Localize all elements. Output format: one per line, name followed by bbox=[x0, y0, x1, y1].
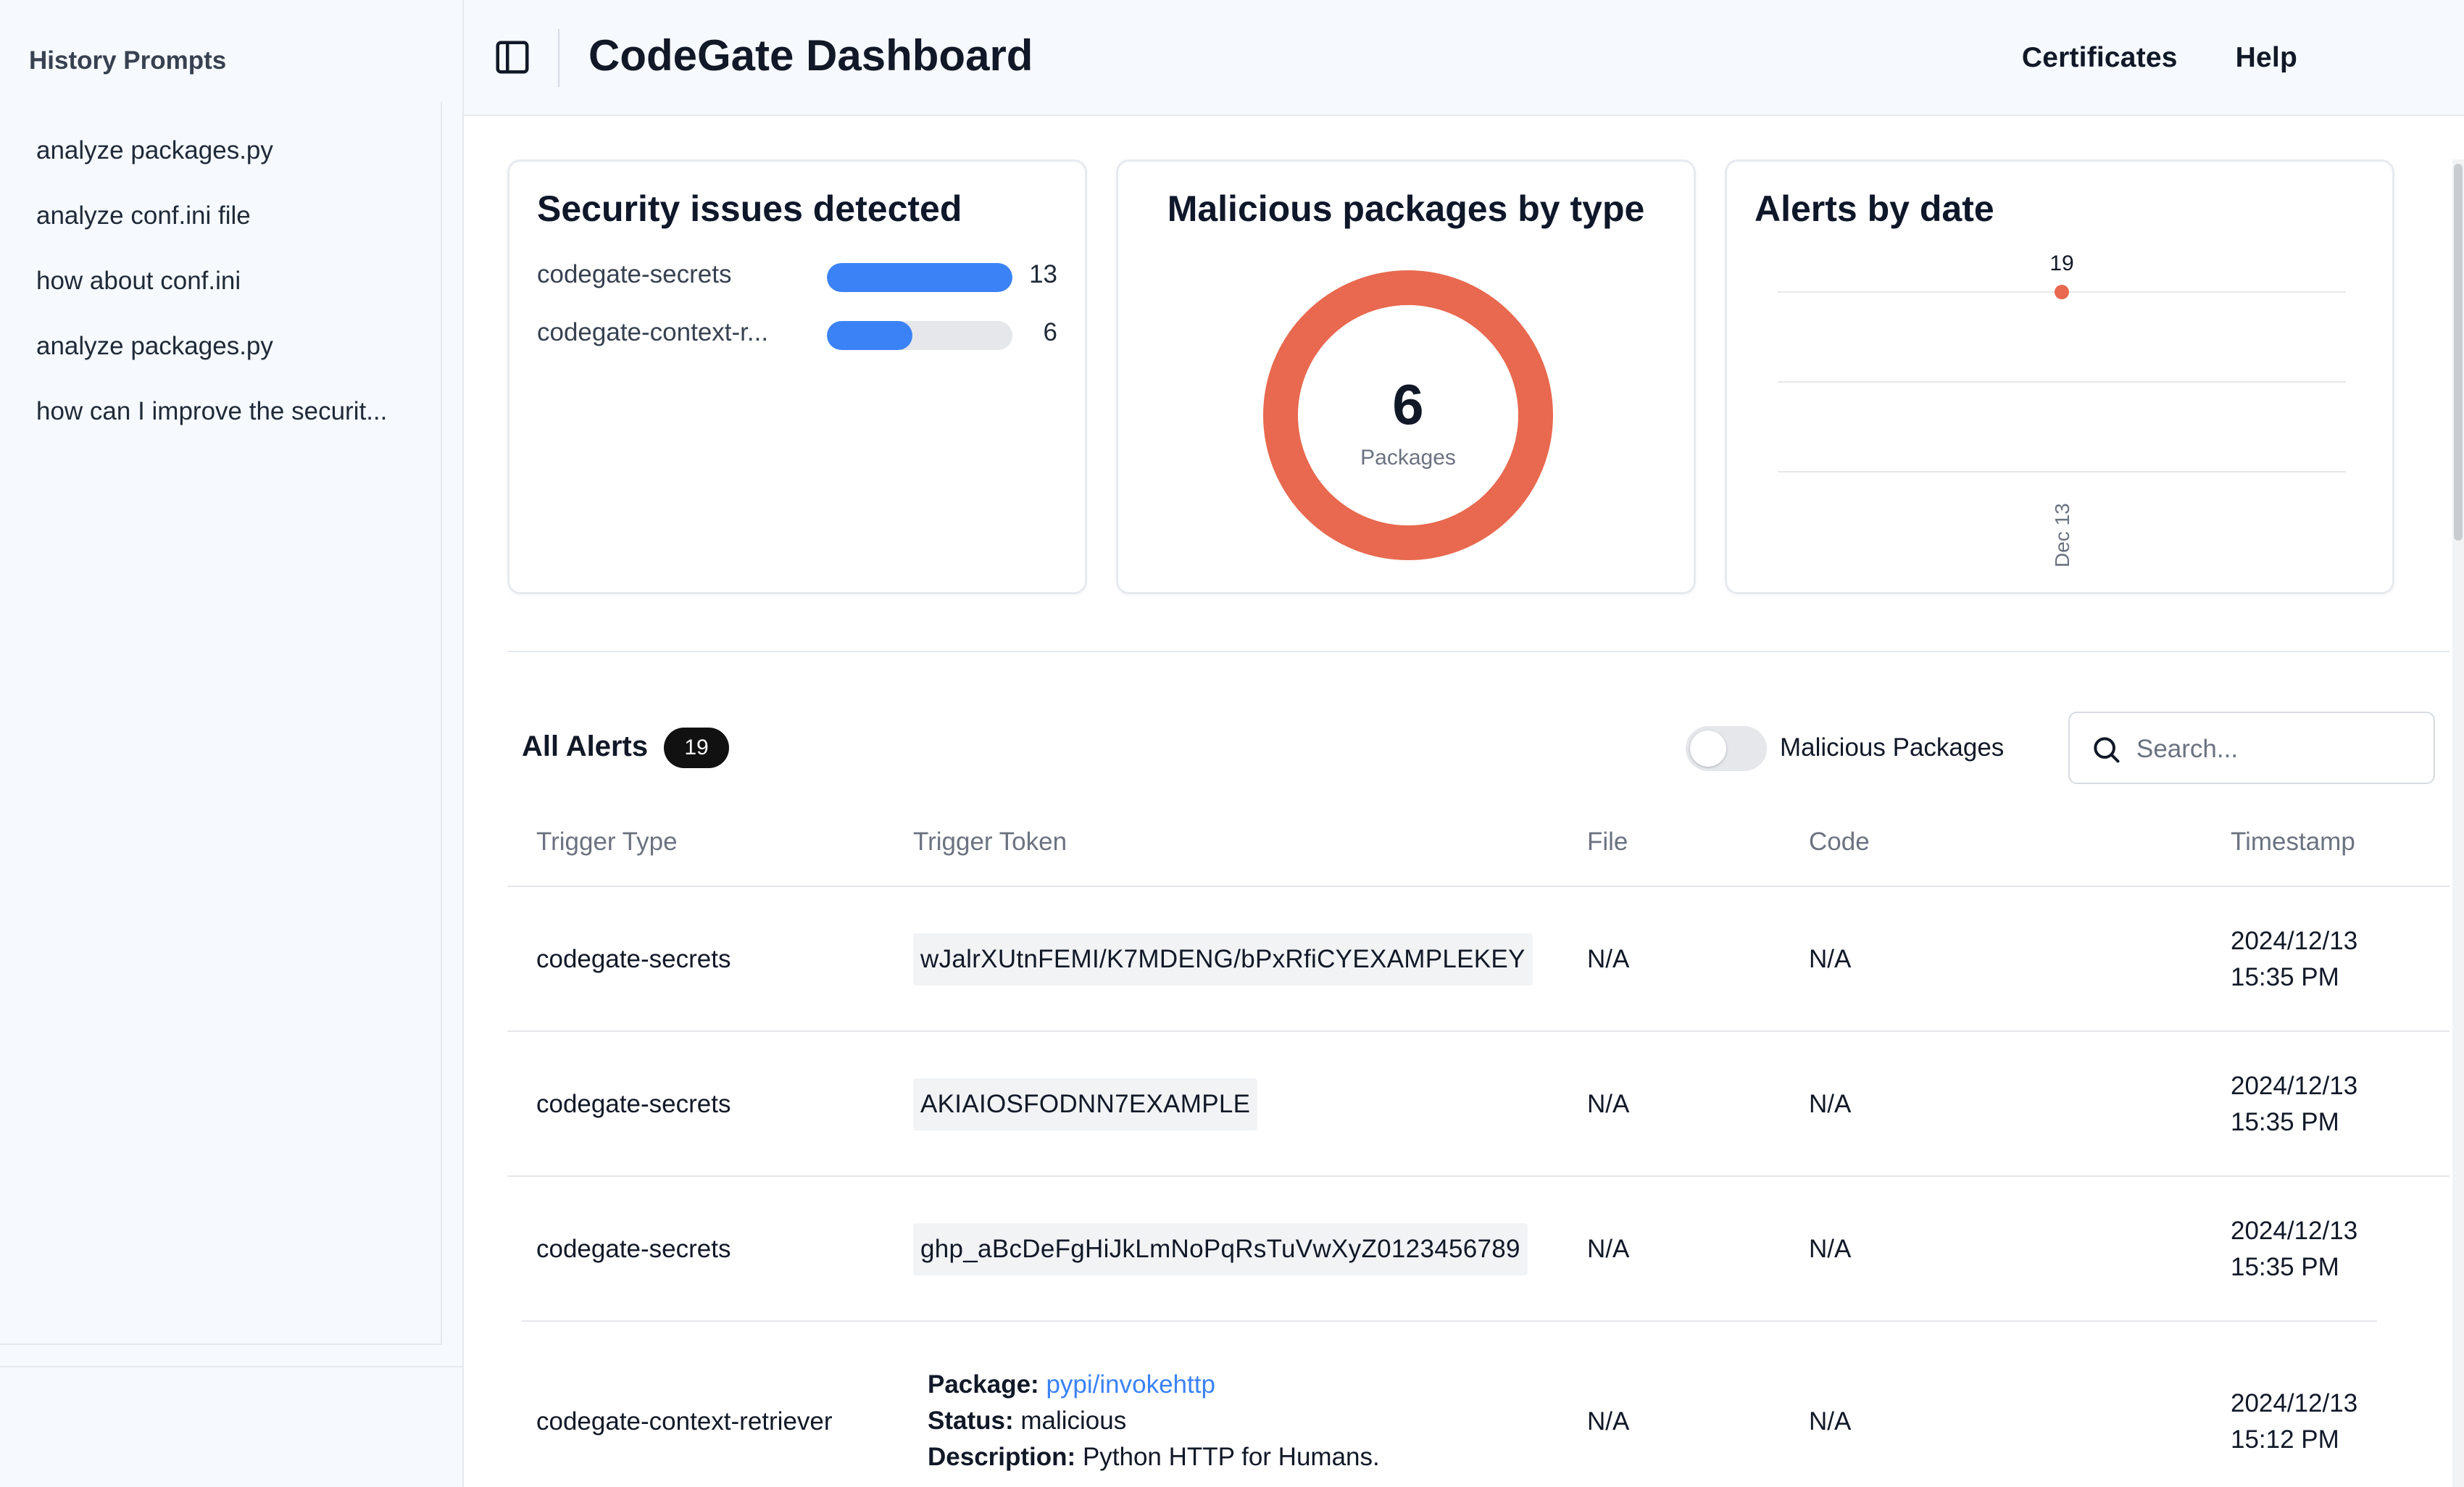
history-item[interactable]: how can I improve the securit... bbox=[36, 397, 413, 426]
table-row[interactable]: codegate-secrets wJalrXUtnFEMI/K7MDENG/b… bbox=[507, 887, 2450, 1032]
table-row[interactable]: codegate-context-retriever Package: pypi… bbox=[507, 1322, 2450, 1487]
issue-bar-row: codegate-secrets 13 bbox=[537, 257, 1057, 292]
issue-bar-track bbox=[827, 321, 1012, 350]
issue-count: 6 bbox=[1043, 318, 1057, 346]
timestamp-cell: 2024/12/13 15:12 PM bbox=[2231, 1386, 2357, 1458]
timestamp-time: 15:12 PM bbox=[2231, 1425, 2339, 1454]
header-divider bbox=[558, 29, 559, 87]
app-root: History Prompts analyze packages.py anal… bbox=[0, 0, 2464, 1487]
issue-label: codegate-secrets bbox=[537, 260, 732, 288]
sidebar-panel-icon bbox=[496, 41, 529, 74]
trigger-token-cell: AKIAIOSFODNN7EXAMPLE bbox=[913, 1078, 1258, 1130]
package-line: Package: pypi/invokehttp bbox=[928, 1367, 1380, 1403]
history-item[interactable]: analyze packages.py bbox=[36, 136, 413, 165]
code-cell: N/A bbox=[1809, 1407, 1852, 1436]
sidebar-toggle-button[interactable] bbox=[493, 38, 532, 77]
column-header-file[interactable]: File bbox=[1587, 828, 1628, 857]
alerts-by-date-card: Alerts by date 19 Dec 13 bbox=[1725, 159, 2394, 594]
trigger-type-cell: codegate-secrets bbox=[536, 1235, 731, 1263]
timestamp-date: 2024/12/13 bbox=[2231, 1389, 2358, 1417]
trigger-type-cell: codegate-secrets bbox=[536, 1090, 731, 1118]
column-header-code[interactable]: Code bbox=[1809, 828, 1870, 857]
history-sidebar: History Prompts analyze packages.py anal… bbox=[0, 0, 464, 1487]
issue-bar-track bbox=[827, 263, 1012, 292]
table-row[interactable]: codegate-secrets AKIAIOSFODNN7EXAMPLE N/… bbox=[507, 1032, 2450, 1177]
history-item[interactable]: analyze conf.ini file bbox=[36, 201, 413, 230]
column-header-trigger-type[interactable]: Trigger Type bbox=[536, 828, 678, 857]
alerts-count-badge: 19 bbox=[664, 728, 729, 768]
trigger-token-cell: wJalrXUtnFEMI/K7MDENG/bPxRfiCYEXAMPLEKEY bbox=[913, 933, 1533, 986]
column-header-timestamp[interactable]: Timestamp bbox=[2231, 828, 2355, 857]
chart-x-tick-label: Dec 13 bbox=[2051, 503, 2073, 567]
card-title: Security issues detected bbox=[537, 188, 962, 229]
timestamp-date: 2024/12/13 bbox=[2231, 927, 2358, 955]
file-cell: N/A bbox=[1587, 1407, 1630, 1436]
history-list: analyze packages.py analyze conf.ini fil… bbox=[0, 101, 442, 1345]
file-cell: N/A bbox=[1587, 1090, 1630, 1118]
code-cell: N/A bbox=[1809, 945, 1852, 973]
sidebar-title: History Prompts bbox=[29, 46, 227, 75]
malicious-packages-card: Malicious packages by type 6 Packages bbox=[1116, 159, 1696, 594]
package-link[interactable]: pypi/invokehttp bbox=[1046, 1370, 1215, 1399]
status-value: malicious bbox=[1020, 1407, 1127, 1435]
column-header-trigger-token[interactable]: Trigger Token bbox=[913, 828, 1067, 857]
timestamp-cell: 2024/12/13 15:35 PM bbox=[2231, 923, 2357, 996]
timestamp-cell: 2024/12/13 15:35 PM bbox=[2231, 1213, 2357, 1286]
package-field-label: Package: bbox=[928, 1370, 1039, 1399]
certificates-link[interactable]: Certificates bbox=[2022, 42, 2178, 74]
table-row[interactable]: codegate-secrets ghp_aBcDeFgHiJkLmNoPqRs… bbox=[507, 1177, 2450, 1322]
page-scrollbar-thumb[interactable] bbox=[2454, 164, 2463, 541]
code-cell: N/A bbox=[1809, 1090, 1852, 1118]
card-title: Malicious packages by type bbox=[1167, 188, 1645, 229]
toggle-label: Malicious Packages bbox=[1780, 733, 2005, 762]
packages-unit: Packages bbox=[1360, 446, 1456, 470]
trigger-type-cell: codegate-context-retriever bbox=[536, 1407, 833, 1436]
history-item[interactable]: analyze packages.py bbox=[36, 332, 413, 361]
header-nav: Certificates Help bbox=[2022, 42, 2297, 74]
description-line: Description: Python HTTP for Humans. bbox=[928, 1439, 1380, 1475]
search-input[interactable] bbox=[2136, 728, 2419, 771]
timestamp-date: 2024/12/13 bbox=[2231, 1072, 2358, 1100]
packages-total: 6 bbox=[1392, 372, 1424, 436]
section-divider bbox=[507, 651, 2450, 652]
search-box bbox=[2068, 712, 2435, 784]
sidebar-footer-divider bbox=[0, 1366, 464, 1367]
timestamp-time: 15:35 PM bbox=[2231, 1108, 2339, 1136]
packages-donut: 6 Packages bbox=[1263, 270, 1553, 560]
trigger-token-cell: ghp_aBcDeFgHiJkLmNoPqRsTuVwXyZ0123456789 bbox=[913, 1223, 1528, 1275]
file-cell: N/A bbox=[1587, 1235, 1630, 1263]
page-title: CodeGate Dashboard bbox=[588, 31, 1033, 80]
toggle-knob bbox=[1690, 730, 1726, 767]
alerts-line-chart: 19 Dec 13 bbox=[1778, 251, 2346, 567]
search-icon bbox=[2094, 737, 2120, 763]
alerts-title: All Alerts bbox=[522, 730, 649, 762]
issue-bar-fill bbox=[827, 263, 1012, 292]
code-cell: N/A bbox=[1809, 1235, 1852, 1263]
issue-label: codegate-context-r... bbox=[537, 318, 769, 346]
timestamp-date: 2024/12/13 bbox=[2231, 1217, 2358, 1245]
description-value: Python HTTP for Humans. bbox=[1082, 1443, 1380, 1471]
description-field-label: Description: bbox=[928, 1443, 1076, 1471]
chart-point[interactable] bbox=[2055, 285, 2069, 299]
issue-bar-fill bbox=[827, 321, 913, 350]
package-details: Package: pypi/invokehttp Status: malicio… bbox=[928, 1367, 1380, 1475]
timestamp-time: 15:35 PM bbox=[2231, 1253, 2339, 1281]
chart-data-label: 19 bbox=[2049, 251, 2073, 275]
status-field-label: Status: bbox=[928, 1407, 1014, 1435]
security-issues-card: Security issues detected codegate-secret… bbox=[507, 159, 1087, 594]
top-header: CodeGate Dashboard Certificates Help bbox=[464, 0, 2464, 116]
trigger-type-cell: codegate-secrets bbox=[536, 945, 731, 973]
issue-bar-row: codegate-context-r... 6 bbox=[537, 315, 1057, 350]
issue-count: 13 bbox=[1029, 260, 1057, 288]
timestamp-cell: 2024/12/13 15:35 PM bbox=[2231, 1068, 2357, 1141]
help-link[interactable]: Help bbox=[2236, 42, 2297, 74]
status-line: Status: malicious bbox=[928, 1403, 1380, 1439]
malicious-packages-toggle[interactable] bbox=[1686, 726, 1767, 771]
file-cell: N/A bbox=[1587, 945, 1630, 973]
history-item[interactable]: how about conf.ini bbox=[36, 267, 413, 296]
timestamp-time: 15:35 PM bbox=[2231, 963, 2339, 991]
